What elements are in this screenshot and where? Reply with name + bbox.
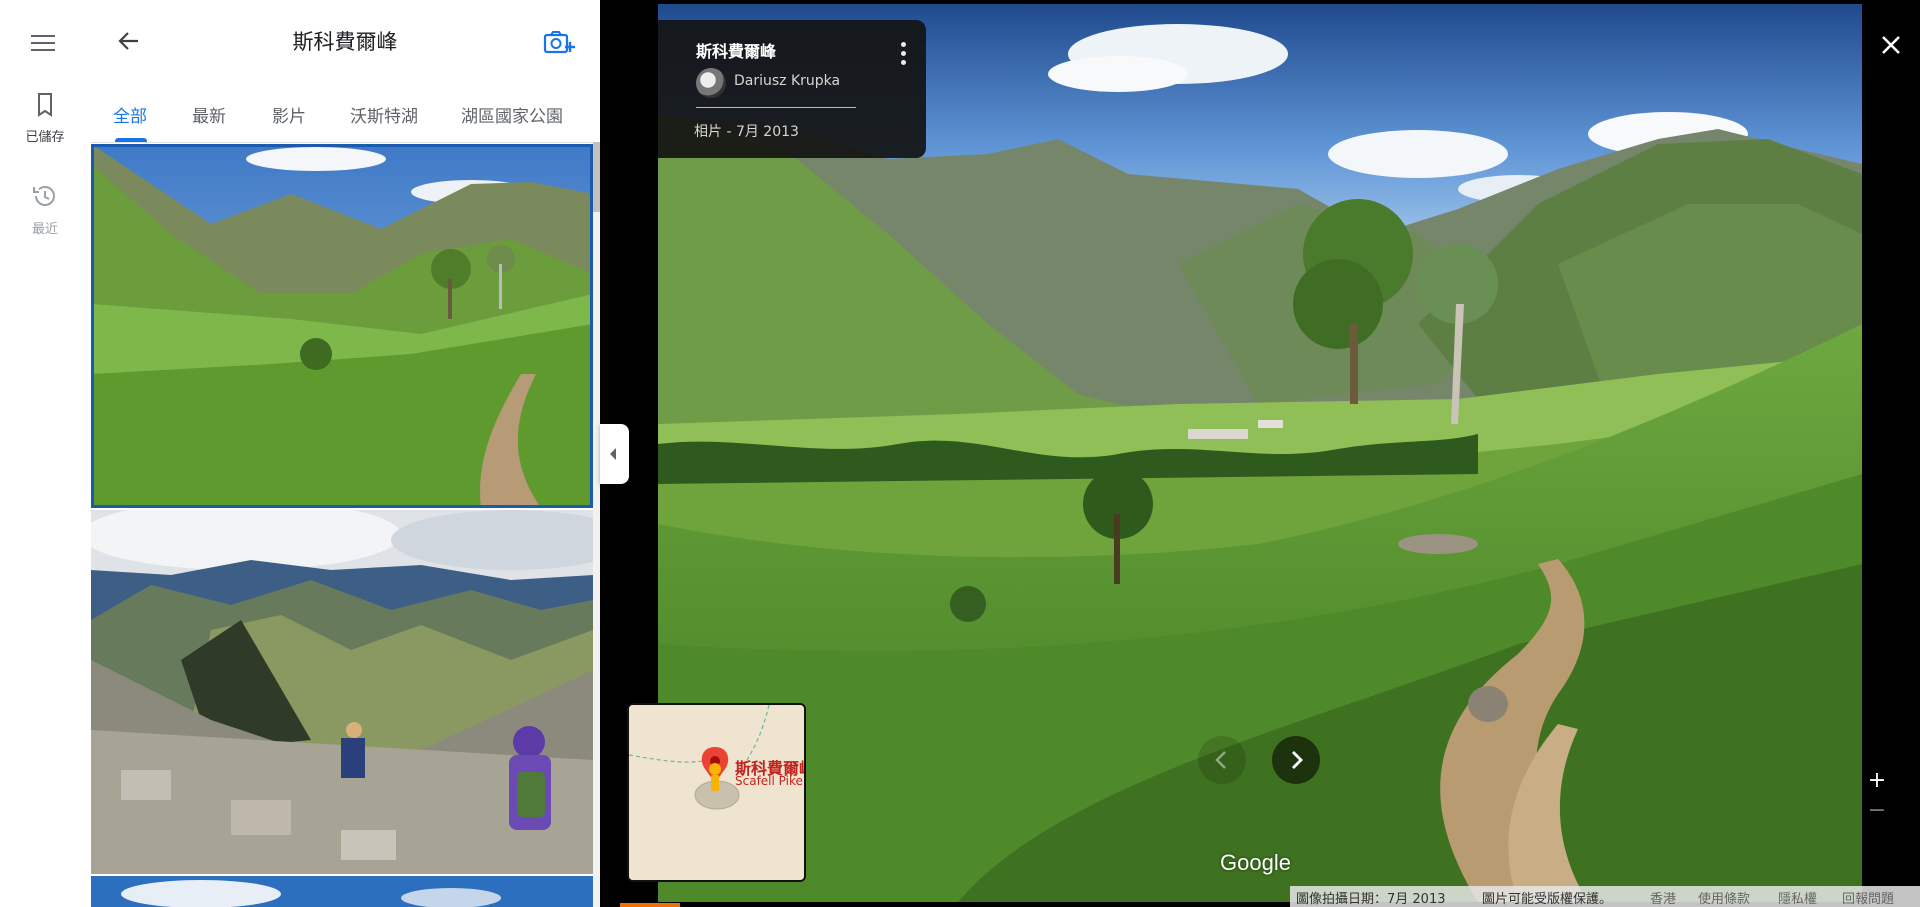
photo-thumbnail[interactable]	[91, 510, 593, 874]
zoom-controls: + −	[1862, 766, 1892, 826]
sky-photo	[91, 876, 593, 907]
map-place-sublabel: Scafell Pike	[735, 774, 803, 788]
photo-thumbnail[interactable]	[91, 144, 593, 508]
filter-tabs: 全部 最新 影片 沃斯特湖 湖區國家公園	[90, 82, 600, 143]
panel-header: 斯科費爾峰	[90, 0, 600, 82]
close-button[interactable]	[1862, 4, 1920, 84]
history-icon	[33, 186, 55, 206]
report-problem-link[interactable]: 回報問題	[1842, 888, 1894, 907]
map-tiles	[629, 705, 804, 880]
photo-thumbnail[interactable]	[91, 876, 593, 907]
close-icon	[1882, 36, 1900, 54]
menu-icon[interactable]	[31, 32, 55, 52]
more-vert-icon[interactable]	[893, 42, 913, 70]
photo-info-card: 斯科費爾峰 Dariusz Krupka 相片 - 7月 2013	[658, 20, 926, 158]
active-tab-indicator	[115, 138, 147, 142]
divider	[696, 107, 856, 108]
chevron-right-icon	[1292, 751, 1303, 769]
tab-videos[interactable]: 影片	[272, 102, 306, 127]
photo-author[interactable]: Dariusz Krupka	[734, 73, 840, 89]
tab-all[interactable]: 全部	[113, 102, 147, 127]
tab-latest[interactable]: 最新	[192, 102, 226, 127]
region-link[interactable]: 香港	[1650, 888, 1676, 907]
recent-button[interactable]: 最近	[0, 182, 90, 237]
add-photo-icon[interactable]	[543, 28, 575, 56]
avatar[interactable]	[696, 68, 726, 98]
panel-title: 斯科費爾峰	[292, 30, 398, 54]
recent-label: 最近	[31, 222, 58, 237]
valley-photo	[91, 144, 593, 508]
bookmark-icon	[38, 93, 52, 117]
zoom-in-button[interactable]: +	[1862, 766, 1892, 796]
back-arrow-icon[interactable]	[116, 28, 142, 54]
photo-meta: 相片 - 7月 2013	[694, 124, 799, 140]
attribution-footer: 圖像拍攝日期：7月 2013 圖片可能受版權保護。 香港 使用條款 隱私權 回報…	[1290, 886, 1920, 907]
collapse-left-icon	[610, 448, 616, 460]
next-photo-button[interactable]	[1272, 736, 1320, 784]
hikers-photo	[91, 510, 593, 874]
tab-wastwater[interactable]: 沃斯特湖	[350, 102, 418, 127]
terms-link[interactable]: 使用條款	[1698, 888, 1750, 907]
tab-lake-district[interactable]: 湖區國家公園	[461, 102, 563, 127]
chevron-left-icon	[1215, 751, 1226, 769]
left-rail: 已儲存 最近	[0, 0, 91, 907]
zoom-out-button[interactable]: −	[1862, 796, 1892, 826]
progress-accent	[620, 903, 680, 907]
saved-label: 已儲存	[25, 130, 65, 145]
scrollbar-track[interactable]	[593, 142, 600, 907]
copyright-notice: 圖片可能受版權保護。	[1482, 892, 1613, 907]
google-logo: Google	[1220, 850, 1291, 875]
scrollbar-thumb[interactable]	[593, 142, 600, 212]
collapse-panel-button[interactable]	[600, 424, 629, 484]
saved-button[interactable]: 已儲存	[0, 92, 90, 145]
pegman-icon	[709, 763, 721, 775]
photo-place-name[interactable]: 斯科費爾峰	[696, 38, 776, 62]
previous-photo-button[interactable]	[1198, 736, 1246, 784]
privacy-link[interactable]: 隱私權	[1778, 888, 1817, 907]
mini-map[interactable]: 斯科費爾峰 Scafell Pike	[627, 703, 806, 882]
capture-date: 圖像拍攝日期：7月 2013	[1296, 892, 1446, 907]
photos-panel: 斯科費爾峰 全部 最新 影片 沃斯特湖 湖區國家公園	[90, 0, 600, 907]
